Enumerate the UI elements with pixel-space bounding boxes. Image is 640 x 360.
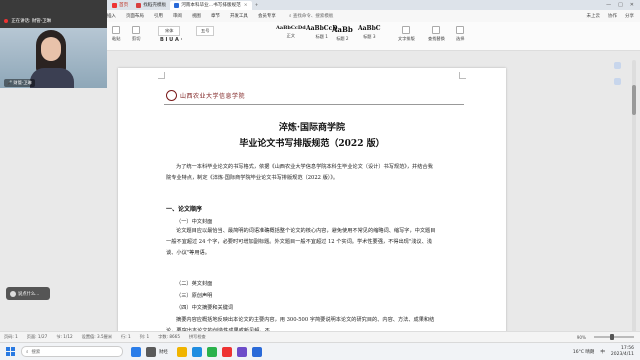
scissors-icon xyxy=(132,26,141,34)
zoom-level[interactable]: 90% xyxy=(577,335,586,340)
text-layout-icon xyxy=(402,26,411,34)
tab-template[interactable]: 找稻壳模板 xyxy=(132,1,170,10)
tab-home[interactable]: 首页 xyxy=(108,1,132,10)
body-paragraph-1: 论文题目应以最恰当、最简明的词语准确概括整个论文的核心内容，避免使用不常见的缩略… xyxy=(166,228,436,256)
record-icon xyxy=(4,18,8,23)
position-value: 设置值: 3.5厘米 xyxy=(81,334,113,339)
meeting-video-panel: 正在讲话: 财管-卫琳 🎤 财管-卫琳 xyxy=(0,0,107,88)
section-count: 节: 1/12 xyxy=(56,334,73,339)
subsection-cover: （一）中文封面 xyxy=(176,219,213,225)
speaking-indicator: 正在讲话: 财管-卫琳 xyxy=(4,18,51,24)
header-rule xyxy=(164,104,464,105)
meeting-app-icon[interactable] xyxy=(236,346,247,357)
wps-taskbar-icon[interactable] xyxy=(221,346,232,357)
document-title: 淬炼·国际商学院 xyxy=(278,123,346,133)
text-layout-button[interactable]: 文字排版 xyxy=(398,26,415,42)
document-page[interactable]: 山西农业大学信息学院 淬炼·国际商学院 毕业论文书写排版规范（2022 版） 为… xyxy=(118,68,506,348)
subsection-english-cover: （二）英文封面 xyxy=(176,281,213,287)
paste-button[interactable]: 粘贴 xyxy=(112,26,120,42)
wechat-icon[interactable] xyxy=(206,346,217,357)
margin-mark-right xyxy=(459,72,466,79)
chat-avatar-icon xyxy=(10,290,16,297)
side-tool-icon[interactable] xyxy=(614,78,621,85)
widgets-icon[interactable] xyxy=(146,346,156,357)
left-gray-area xyxy=(0,88,107,342)
menu-view[interactable]: 视图 xyxy=(187,13,206,19)
style-normal[interactable]: AaBbCcDd 正文 xyxy=(276,25,306,39)
window-controls: — □ ✕ xyxy=(606,2,640,8)
select-icon xyxy=(456,26,465,34)
file-explorer-icon[interactable] xyxy=(176,346,187,357)
school-logo: 山西农业大学信息学院 xyxy=(166,90,245,101)
close-window-button[interactable]: ✕ xyxy=(630,2,634,8)
menu-review[interactable]: 审阅 xyxy=(168,13,187,19)
menu-references[interactable]: 引用 xyxy=(149,13,168,19)
menu-chapter[interactable]: 章节 xyxy=(206,13,225,19)
word-count[interactable]: 字数: 8665 xyxy=(158,334,180,340)
find-icon xyxy=(432,26,441,34)
row-value: 行: 1 xyxy=(121,334,131,339)
menu-layout[interactable]: 页面布局 xyxy=(121,13,149,19)
taskbar-search[interactable]: ⌕ 搜索 xyxy=(21,346,123,357)
weather-widget[interactable]: 16°C 晴朗 xyxy=(573,349,595,355)
tab-document[interactable]: 河南本科毕业...书写排版规范 × xyxy=(170,0,252,10)
system-tray: 16°C 晴朗 中 17:56 2023/4/11 xyxy=(573,346,640,357)
format-row: B I U A · xyxy=(160,37,183,43)
section-heading: 一、论文顺序 xyxy=(166,206,203,213)
clock[interactable]: 17:56 2023/4/11 xyxy=(611,346,634,357)
new-tab-button[interactable]: + xyxy=(252,1,262,10)
cut-button[interactable]: 剪切 xyxy=(132,26,140,42)
docer-icon xyxy=(136,2,142,8)
subsection-abstract: （四）中文摘要和关键词 xyxy=(176,305,234,311)
participant-name: 🎤 财管-卫琳 xyxy=(4,79,35,87)
zoom-slider-knob[interactable] xyxy=(610,334,615,340)
font-size-select[interactable]: 五号 xyxy=(196,26,215,36)
chat-input[interactable]: 说点什么... xyxy=(6,287,50,300)
wps-logo-icon xyxy=(112,2,117,8)
cloud-status[interactable]: 未上云 xyxy=(587,13,601,19)
page-count: 页面: 1/27 xyxy=(26,334,48,339)
edge-browser-icon[interactable] xyxy=(191,346,202,357)
style-heading-3[interactable]: AaBbC 标题 3 xyxy=(358,25,381,40)
seal-icon xyxy=(166,90,177,101)
scrollbar-thumb[interactable] xyxy=(632,85,636,115)
collaborate-button[interactable]: 协作 xyxy=(608,13,617,19)
style-heading-2[interactable]: AaBb 标题 2 xyxy=(332,25,353,42)
minimize-button[interactable]: — xyxy=(606,2,611,8)
intro-paragraph: 为了统一本科毕业论文的书写格式，依据《山西农业大学信息学院本科生毕业论文（设计）… xyxy=(166,164,433,181)
participant-face xyxy=(41,37,61,61)
page-number: 页码: 1 xyxy=(4,334,18,339)
word-taskbar-icon[interactable] xyxy=(251,346,262,357)
menu-member[interactable]: 会员专享 xyxy=(253,13,281,19)
search-icon: ⌕ xyxy=(26,349,29,355)
paste-icon xyxy=(112,26,121,34)
subsection-declaration: （三）原创声明 xyxy=(176,293,213,299)
margin-mark-left xyxy=(158,72,165,79)
font-name-select[interactable]: 宋体 xyxy=(158,26,181,36)
participant-body xyxy=(30,68,74,88)
select-button[interactable]: 选择 xyxy=(456,26,464,42)
task-view-icon[interactable] xyxy=(131,346,141,357)
column-value: 列: 1 xyxy=(139,334,150,339)
zoom-slider[interactable] xyxy=(594,334,634,340)
document-subtitle: 毕业论文书写排版规范（2022 版） xyxy=(239,139,385,149)
close-tab-icon[interactable]: × xyxy=(244,3,248,8)
status-bar: 页码: 1 页面: 1/27 节: 1/12 设置值: 3.5厘米 行: 1 列… xyxy=(0,331,640,342)
find-replace-button[interactable]: 查找替换 xyxy=(428,26,445,42)
share-button[interactable]: 分享 xyxy=(625,13,634,19)
input-language[interactable]: 中 xyxy=(600,349,605,355)
taskbar: ⌕ 搜索 财经 16°C 晴朗 中 17:56 2023/4/11 xyxy=(0,342,640,360)
windows-start-icon[interactable] xyxy=(6,347,15,356)
word-doc-icon xyxy=(174,2,180,8)
menu-developer[interactable]: 开发工具 xyxy=(225,13,253,19)
side-tool-icon[interactable] xyxy=(614,62,621,69)
spell-check[interactable]: 拼写检查 xyxy=(189,334,206,340)
command-search[interactable]: ⌕ 查找命令、搜索模板 xyxy=(289,13,333,19)
maximize-button[interactable]: □ xyxy=(618,2,623,8)
